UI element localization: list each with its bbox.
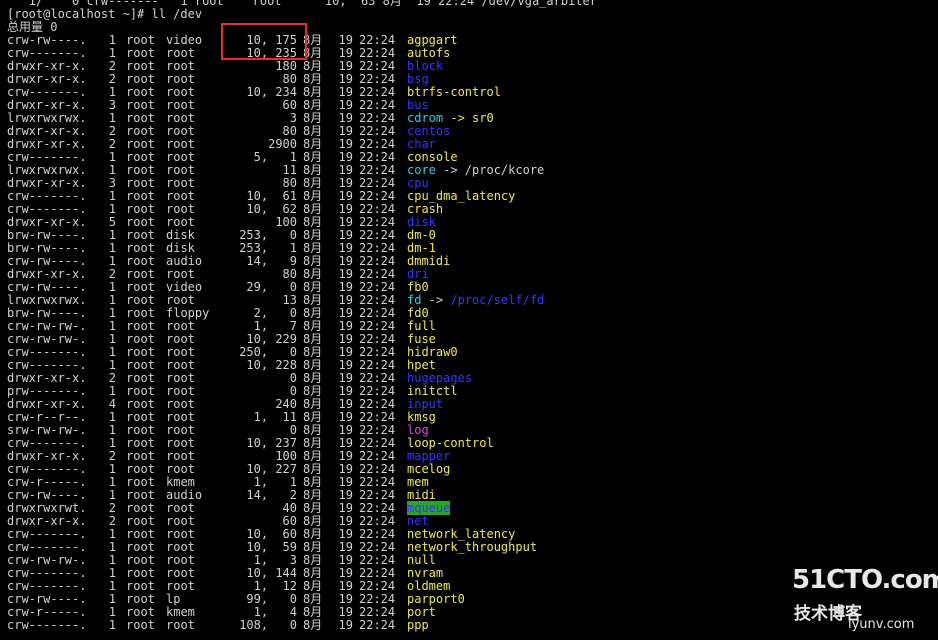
entry-name: autofs (407, 46, 451, 60)
watermark-brand: 51CTO.com (792, 565, 938, 595)
entry-name: oldmem (407, 579, 451, 593)
entry-name: input (407, 397, 444, 411)
link-target: -> /proc/kcore (435, 163, 545, 177)
row-month: 8月 (303, 618, 323, 632)
row-owner: root (126, 618, 155, 632)
row-perm: crw-------. (7, 618, 87, 632)
link-target: /proc/self/fd (450, 293, 545, 307)
watermark-url: iyunv.com (848, 617, 915, 632)
entry-name: mqueue (407, 501, 451, 515)
row-size: 60 (282, 98, 297, 112)
entry-name: loop-control (407, 436, 494, 450)
row-size: 0 (289, 371, 297, 385)
entry-name: bsg (407, 72, 429, 86)
entry-name: log (407, 423, 429, 437)
entry-name: full (407, 319, 436, 333)
entry-name: port (407, 605, 436, 619)
entry-name: mapper (407, 449, 451, 463)
row-size: 1, 11 (253, 410, 297, 424)
entry-name: agpgart (407, 33, 458, 47)
row-size: 108, 0 (239, 618, 297, 632)
entry-name: midi (407, 488, 436, 502)
entry-name: cpu_dma_latency (407, 189, 516, 203)
entry-name: network_latency (407, 527, 516, 541)
entry-name: kmsg (407, 410, 436, 424)
entry-name: dm-1 (407, 241, 436, 255)
link-target: -> sr0 (443, 111, 494, 125)
entry-name: char (407, 137, 436, 151)
entry-name: hugepages (407, 371, 473, 385)
entry-name: dri (407, 267, 429, 281)
entry-name: cpu (407, 176, 429, 190)
entry-name: mcelog (407, 462, 451, 476)
row-size: 10, 228 (246, 358, 297, 372)
entry-name: net (407, 514, 429, 528)
entry-name: centos (407, 124, 451, 138)
entry-name: parport0 (407, 592, 465, 606)
entry-name: bus (407, 98, 429, 112)
entry-name: dm-0 (407, 228, 436, 242)
row-time: 22:24 (359, 618, 396, 632)
entry-name: mem (407, 475, 429, 489)
entry-name: block (407, 59, 444, 73)
row-name: ppp (407, 619, 429, 632)
watermark-logo: 51CTO.com 技术博客 iyunv.com (792, 565, 938, 635)
entry-name: fb0 (407, 280, 429, 294)
entry-name: dmmidi (407, 254, 451, 268)
entry-name: nvram (407, 566, 444, 580)
entry-name: core (407, 163, 436, 177)
highlight-box (221, 23, 307, 60)
entry-name: cdrom (407, 111, 444, 125)
entry-name: hpet (407, 358, 436, 372)
row-group: root (166, 618, 195, 632)
entry-name: btrfs-control (407, 85, 501, 99)
entry-name: disk (407, 215, 436, 229)
entry-name: crash (407, 202, 444, 216)
row-day: 19 (338, 618, 353, 632)
entry-name: initctl (407, 384, 458, 398)
terminal-window[interactable]: 1/ 0 crw------- 1 root root 10, 63 8月 19… (0, 0, 938, 640)
entry-name: fd (407, 293, 422, 307)
entry-name: hidraw0 (407, 345, 458, 359)
link-arrow: -> (421, 293, 451, 307)
row-links: 1 (108, 618, 116, 632)
entry-name: null (407, 553, 436, 567)
entry-name: network_throughput (407, 540, 538, 554)
entry-name: fd0 (407, 306, 429, 320)
entry-name: ppp (407, 618, 429, 632)
entry-name: console (407, 150, 458, 164)
entry-name: fuse (407, 332, 436, 346)
